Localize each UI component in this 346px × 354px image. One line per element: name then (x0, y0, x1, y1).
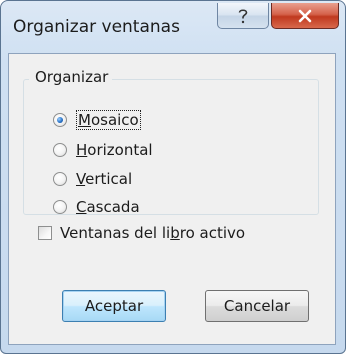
radio-button-selected[interactable] (53, 113, 67, 127)
radio-label-cascada: Cascada (76, 198, 140, 216)
radio-cascada[interactable]: Cascada (53, 196, 140, 218)
dialog-title: Organizar ventanas (13, 17, 180, 37)
radio-button[interactable] (53, 172, 67, 186)
close-button[interactable] (271, 3, 339, 29)
radio-label-horizontal: Horizontal (76, 141, 153, 159)
radio-button[interactable] (53, 143, 67, 157)
radio-label-vertical: Vertical (76, 170, 133, 188)
radio-horizontal[interactable]: Horizontal (53, 139, 153, 161)
arrange-group-label: Organizar (29, 68, 113, 86)
cancel-button[interactable]: Cancelar (205, 290, 309, 322)
radio-label-mosaico: Mosaico (76, 110, 141, 130)
checkbox-label: Ventanas del libro activo (60, 224, 246, 242)
ok-button[interactable]: Aceptar (62, 290, 166, 322)
title-bar[interactable]: Organizar ventanas (1, 1, 345, 53)
help-icon (238, 8, 248, 23)
radio-vertical[interactable]: Vertical (53, 168, 132, 190)
radio-mosaico[interactable]: Mosaico (53, 109, 141, 131)
active-workbook-windows-checkbox[interactable]: Ventanas del libro activo (38, 222, 245, 244)
dialog-window: Organizar ventanas Organizar Mosaico Hor… (0, 0, 346, 354)
dialog-body: Organizar Mosaico Horizontal Vertical Ca… (8, 53, 336, 345)
checkbox-box[interactable] (38, 226, 52, 240)
help-button[interactable] (217, 3, 269, 29)
close-icon (298, 9, 312, 22)
radio-button[interactable] (53, 200, 67, 214)
